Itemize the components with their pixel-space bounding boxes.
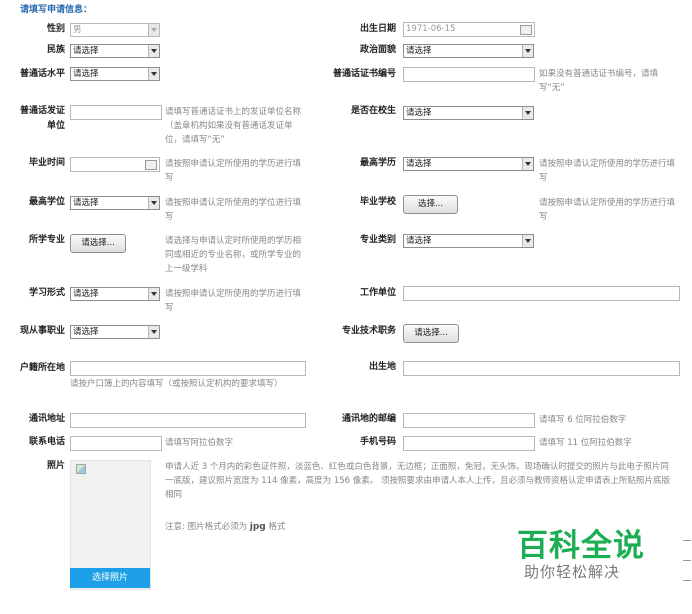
- chevron-down-icon: [148, 68, 159, 80]
- in-school-label: 是否在校生: [350, 106, 396, 116]
- address-input[interactable]: [70, 413, 306, 428]
- grad-time-hint: 请按照申请认定所使用的学历进行填写: [165, 159, 302, 183]
- chevron-down-icon: [522, 107, 533, 119]
- postcode-hint: 请填写 6 位阿拉伯数字: [539, 415, 627, 425]
- chevron-down-icon: [148, 197, 159, 209]
- chevron-down-icon: [522, 45, 533, 57]
- chevron-down-icon: [148, 45, 159, 57]
- grad-school-select-button[interactable]: 选择...: [403, 195, 458, 214]
- mandarin-level-select[interactable]: 请选择: [70, 67, 160, 81]
- highest-degree-hint: 请按照申请认定所使用的学位进行填写: [165, 198, 302, 222]
- major-label: 所学专业: [28, 235, 65, 245]
- political-status-value: 请选择: [406, 46, 432, 56]
- birth-date-value: 1971-06-15: [406, 24, 456, 34]
- birth-date-input[interactable]: 1971-06-15: [403, 22, 535, 37]
- highest-edu-select[interactable]: 请选择: [403, 157, 534, 171]
- major-hint: 请选择与申请认定时所使用的学历相同或相近的专业名称，或所学专业的上一级学科: [165, 236, 302, 274]
- birth-date-label: 出生日期: [359, 24, 396, 34]
- major-category-label: 专业类别: [359, 235, 396, 245]
- broken-image-icon: [76, 464, 86, 474]
- highest-degree-value: 请选择: [73, 198, 99, 208]
- photo-note-suffix: 格式: [265, 522, 286, 532]
- watermark-slogan: 助你轻松解决: [524, 563, 621, 581]
- major-select-button[interactable]: 请选择...: [70, 234, 126, 253]
- mandarin-cert-no-hint: 如果没有普通话证书编号，请填写“无”: [539, 69, 659, 93]
- address-label: 通讯地址: [28, 414, 65, 424]
- in-school-value: 请选择: [406, 108, 432, 118]
- photo-label: 照片: [46, 461, 65, 471]
- major-category-value: 请选择: [406, 236, 432, 246]
- watermark-brand: 百科全说: [517, 528, 645, 564]
- gender-value: 男: [73, 25, 82, 35]
- tech-title-select-button[interactable]: 请选择...: [403, 324, 459, 343]
- mandarin-cert-no-label: 普通话证书编号: [332, 69, 396, 79]
- ethnicity-label: 民族: [46, 45, 65, 55]
- employer-input[interactable]: [403, 286, 680, 301]
- edge-mark: [683, 540, 691, 541]
- postcode-label: 通讯地的邮编: [341, 414, 396, 424]
- choose-photo-button[interactable]: 选择照片: [70, 568, 150, 588]
- birthplace-label: 出生地: [368, 362, 396, 372]
- political-status-select[interactable]: 请选择: [403, 44, 534, 58]
- phone-input[interactable]: [70, 436, 162, 451]
- edge-mark: [683, 580, 691, 581]
- chevron-down-icon: [522, 235, 533, 247]
- chevron-down-icon: [148, 326, 159, 338]
- photo-hint: 申请人近 3 个月内的彩色证件照，淡蓝色、红色或白色背景，无边框；正面照，免冠，…: [165, 462, 670, 500]
- grad-time-input[interactable]: [70, 157, 160, 172]
- ethnicity-select[interactable]: 请选择: [70, 44, 160, 58]
- photo-note-format: jpg: [249, 522, 266, 532]
- current-job-value: 请选择: [73, 327, 99, 337]
- household-label: 户籍所在地: [20, 363, 66, 373]
- grad-school-hint: 请按照申请认定所使用的学历进行填写: [539, 198, 676, 222]
- grad-school-label: 毕业学校: [359, 197, 396, 207]
- photo-note-prefix: 注意: 图片格式必须为: [165, 522, 250, 532]
- mobile-label: 手机号码: [359, 437, 396, 447]
- phone-hint: 请填写阿拉伯数字: [165, 438, 234, 448]
- highest-edu-label: 最高学历: [359, 158, 396, 168]
- mandarin-issuer-label: 普通话发证单位: [20, 106, 66, 131]
- gender-select[interactable]: 男: [70, 23, 160, 37]
- highest-edu-hint: 请按照申请认定所使用的学历进行填写: [539, 159, 676, 183]
- highest-edu-value: 请选择: [406, 159, 432, 169]
- highest-degree-label: 最高学位: [28, 197, 65, 207]
- calendar-icon[interactable]: [520, 25, 532, 35]
- study-form-value: 请选择: [73, 289, 99, 299]
- mandarin-issuer-hint: 请填写普通话证书上的发证单位名称（盖章机构如果没有普通话发证单位，请填写“无”: [165, 107, 302, 145]
- grad-time-label: 毕业时间: [28, 158, 65, 168]
- gender-label: 性别: [46, 24, 65, 34]
- chevron-down-icon: [148, 24, 159, 36]
- major-category-select[interactable]: 请选择: [403, 234, 534, 248]
- chevron-down-icon: [522, 158, 533, 170]
- study-form-hint: 请按照申请认定所使用的学历进行填写: [165, 289, 302, 313]
- chevron-down-icon: [148, 288, 159, 300]
- mandarin-cert-no-input[interactable]: [403, 67, 535, 82]
- birthplace-input[interactable]: [403, 361, 680, 376]
- mandarin-issuer-input[interactable]: [70, 105, 162, 120]
- ethnicity-value: 请选择: [73, 46, 99, 56]
- household-input[interactable]: [70, 361, 306, 376]
- political-status-label: 政治面貌: [359, 45, 396, 55]
- tech-title-label: 专业技术职务: [341, 326, 396, 336]
- in-school-select[interactable]: 请选择: [403, 106, 534, 120]
- mandarin-level-label: 普通话水平: [20, 69, 66, 79]
- current-job-select[interactable]: 请选择: [70, 325, 160, 339]
- phone-label: 联系电话: [28, 437, 65, 447]
- mobile-hint: 请填写 11 位阿拉伯数字: [539, 438, 632, 448]
- household-hint: 请按户口簿上的内容填写（或按照认定机构的要求填写）: [70, 379, 283, 389]
- form-title: 请填写申请信息：: [20, 5, 93, 15]
- study-form-label: 学习形式: [28, 288, 65, 298]
- mandarin-level-value: 请选择: [73, 69, 99, 79]
- mobile-input[interactable]: [403, 436, 535, 451]
- calendar-icon[interactable]: [145, 160, 157, 170]
- edge-mark: [683, 560, 691, 561]
- current-job-label: 现从事职业: [20, 326, 66, 336]
- employer-label: 工作单位: [359, 288, 396, 298]
- highest-degree-select[interactable]: 请选择: [70, 196, 160, 210]
- postcode-input[interactable]: [403, 413, 535, 428]
- study-form-select[interactable]: 请选择: [70, 287, 160, 301]
- photo-format-note: 注意: 图片格式必须为 jpg 格式: [165, 520, 465, 534]
